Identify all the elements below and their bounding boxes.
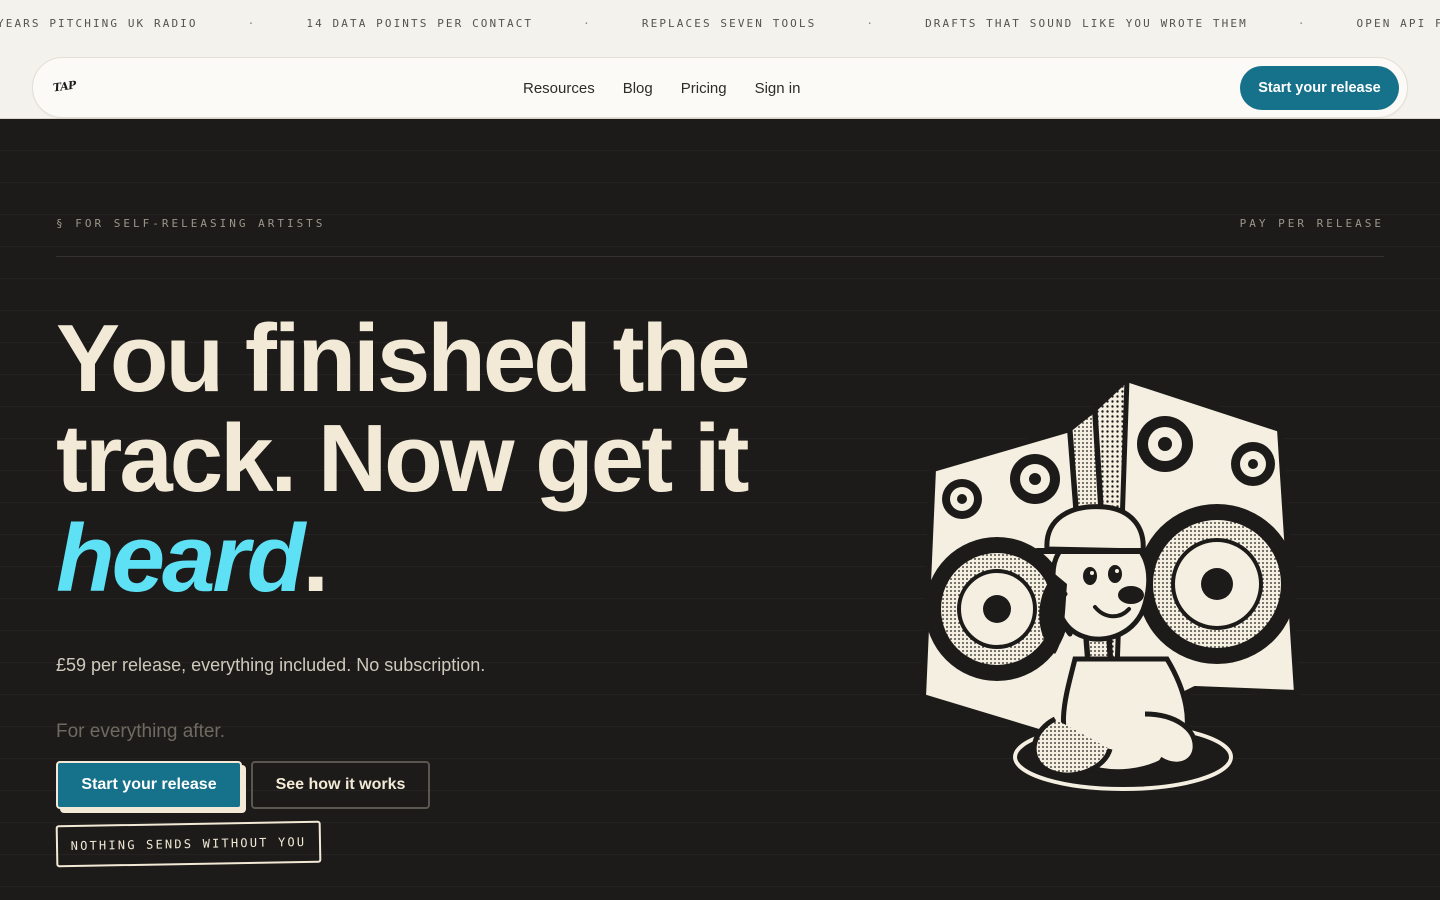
ticker-track: YEARS PITCHING UK RADIO · 14 DATA POINTS… bbox=[0, 17, 1440, 30]
nav-link-pricing[interactable]: Pricing bbox=[681, 80, 727, 97]
ticker-item: OPEN API FROM DAY ONE bbox=[1356, 17, 1440, 30]
ticker-item: YEARS PITCHING UK RADIO bbox=[0, 17, 198, 30]
hero-subline-secondary: For everything after. bbox=[56, 721, 225, 742]
hero-headline: You finished the track. Now get it heard… bbox=[56, 309, 816, 609]
eyebrow-audience: § FOR SELF-RELEASING ARTISTS bbox=[56, 217, 326, 230]
dog-speakers-illustration bbox=[920, 376, 1300, 791]
ticker-item: DRAFTS THAT SOUND LIKE YOU WROTE THEM bbox=[925, 17, 1248, 30]
divider bbox=[56, 256, 1384, 257]
nav-link-blog[interactable]: Blog bbox=[623, 80, 653, 97]
ticker-separator: · bbox=[247, 17, 257, 30]
nav-bar: TAP Resources Blog Pricing Sign in Start… bbox=[32, 57, 1408, 118]
nav-link-resources[interactable]: Resources bbox=[523, 80, 595, 97]
ticker-item: REPLACES SEVEN TOOLS bbox=[641, 17, 817, 30]
hero-subline: £59 per release, everything included. No… bbox=[56, 655, 486, 675]
ticker-separator: · bbox=[866, 17, 876, 30]
ticker-separator: · bbox=[1297, 17, 1307, 30]
announcement-ticker: YEARS PITCHING UK RADIO · 14 DATA POINTS… bbox=[0, 0, 1440, 47]
see-how-it-works-button[interactable]: See how it works bbox=[251, 761, 430, 809]
hero-section: § FOR SELF-RELEASING ARTISTS PAY PER REL… bbox=[0, 119, 1440, 900]
logo[interactable]: TAP bbox=[52, 78, 76, 94]
main-nav: Resources Blog Pricing Sign in bbox=[523, 58, 800, 119]
site-header: TAP Resources Blog Pricing Sign in Start… bbox=[0, 47, 1440, 119]
headline-accent: heard bbox=[56, 505, 305, 612]
ticker-separator: · bbox=[583, 17, 592, 30]
nav-link-sign-in[interactable]: Sign in bbox=[755, 80, 801, 97]
header-start-release-button[interactable]: Start your release bbox=[1240, 66, 1399, 110]
headline-text: You finished the track. Now get it bbox=[56, 305, 751, 512]
stamp-badge: NOTHING SENDS WITHOUT YOU bbox=[55, 820, 322, 868]
headline-period: . bbox=[302, 505, 329, 612]
start-release-button[interactable]: Start your release bbox=[56, 761, 242, 809]
ticker-item: 14 DATA POINTS PER CONTACT bbox=[306, 17, 534, 30]
stamp-text: NOTHING SENDS WITHOUT YOU bbox=[70, 834, 307, 854]
eyebrow-pricing-model: PAY PER RELEASE bbox=[1239, 217, 1384, 230]
